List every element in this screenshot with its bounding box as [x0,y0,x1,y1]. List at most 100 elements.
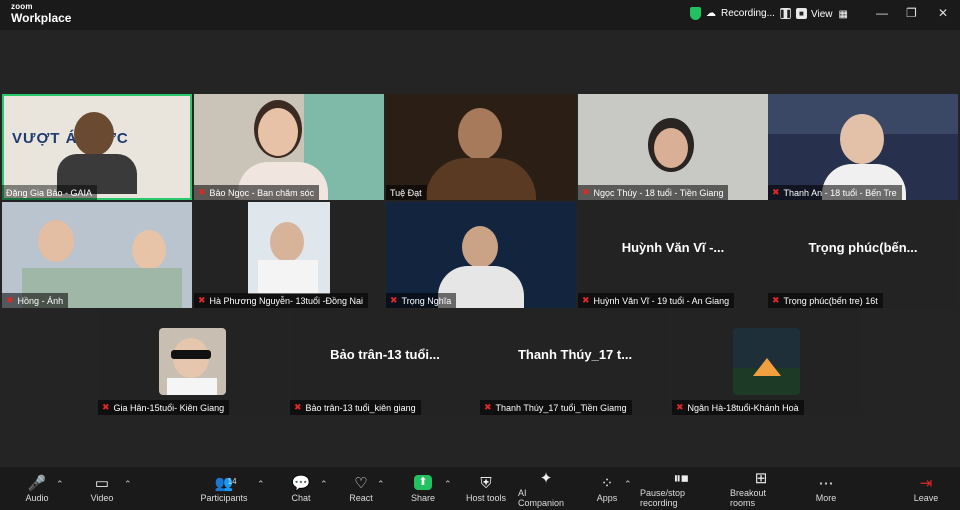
video-tile[interactable]: ✖ Gia Hân-15tuổi- Kiên Giang [98,309,288,415]
video-tile[interactable]: Huỳnh Văn Vĩ -... ✖ Huỳnh Văn Vĩ - 19 tuổ… [578,202,768,308]
person-robe [426,158,536,200]
share-screen-icon: ⬆ [414,474,432,490]
participant-big-name: Thanh Thúy_17 t... [517,346,633,362]
chevron-up-icon[interactable]: ⌃ [257,479,265,490]
minimize-icon[interactable]: — [876,6,888,20]
name-text: Hồng - Ánh [17,295,64,306]
video-tile[interactable]: ✖ Bảo Ngọc - Ban chăm sóc [194,94,384,200]
mic-muted-icon: ✖ [6,295,14,305]
name-text: Ngân Hà-18tuổi-Khánh Hoà [687,402,799,413]
name-text: Ngọc Thúy - 18 tuổi - Tiền Giang [593,187,724,198]
react-button[interactable]: ♡ React [346,467,376,510]
participants-button[interactable]: 👥 14 Participants [198,467,250,510]
video-tile[interactable]: VƯỢT ÁP LỰC Đặng Gia Bảo - GAIA [2,94,192,200]
video-tile[interactable]: ✖ Trọng Nghĩa [386,202,576,308]
mic-muted-icon: ✖ [772,187,780,197]
brand-big: Workplace [11,11,72,25]
view-button[interactable]: View ▦ [811,9,848,20]
chevron-up-icon[interactable]: ⌃ [377,479,385,490]
video-tile[interactable]: Trọng phúc(bến... ✖ Trọng phúc(bến tre) 1… [768,202,958,308]
participant-name: Đặng Gia Bảo - GAIA [2,185,98,200]
breakout-rooms-icon: ⊞ [754,469,768,487]
breakout-rooms-button[interactable]: ⊞ Breakout rooms [730,467,792,510]
audio-button[interactable]: 🎤 Audio [20,467,54,510]
pause-recording-icon[interactable]: ❚❚ [779,8,792,19]
mic-muted-icon: ✖ [772,295,780,305]
person-face [132,230,166,270]
participant-name: ✖ Trọng phúc(bến tre) 16t [768,293,883,308]
video-tile[interactable]: ✖ Thanh An - 18 tuổi - Bến Tre [768,94,958,200]
person-face [462,226,498,268]
zoom-logo: zoom Workplace [11,2,72,25]
video-tile[interactable]: Bảo trân-13 tuổi... ✖ Bảo trân-13 tuổi_ki… [290,309,480,415]
camera-icon: ▭ [94,474,110,492]
view-label: View [811,9,833,20]
meeting-toolbar: 🎤 Audio ⌃ ▭ Video ⌃ 👥 14 Participants ⌃ 💬… [0,467,960,510]
ai-companion-button[interactable]: ✦ AI Companion [518,467,574,510]
name-text: Bảo Ngọc - Ban chăm sóc [209,187,315,198]
name-text: Hà Phương Nguyễn- 13tuổi -Đồng Nai [209,295,364,306]
more-button[interactable]: ⋯ More [812,467,840,510]
video-tile[interactable]: ✖ Hà Phương Nguyễn- 13tuổi -Đồng Nai [194,202,384,308]
stop-recording-icon[interactable]: ■ [795,8,807,19]
chevron-up-icon[interactable]: ⌃ [624,479,632,490]
leave-label: Leave [913,492,939,503]
participant-big-name: Trọng phúc(bến... [808,239,918,255]
mic-muted-icon: ✖ [294,402,302,412]
video-tile[interactable]: ✖ Hồng - Ánh [2,202,192,308]
close-icon[interactable]: ✕ [938,6,948,20]
share-label: Share [410,492,436,503]
more-icon: ⋯ [818,474,834,492]
leave-icon: ⇥ [919,474,933,492]
recording-label: Recording... [721,8,775,19]
name-text: Bảo trân-13 tuổi_kiên giang [305,402,416,413]
chevron-up-icon[interactable]: ⌃ [124,479,132,490]
mic-muted-icon: ✖ [582,187,590,197]
people-icon: 👥 14 [214,474,237,492]
participant-name: ✖ Hà Phương Nguyễn- 13tuổi -Đồng Nai [194,293,369,308]
video-tile[interactable]: Tuệ Đạt [386,94,576,200]
participant-name: ✖ Gia Hân-15tuổi- Kiên Giang [98,400,230,415]
recording-indicator[interactable]: ☁ Recording... ❚❚ ■ [690,7,807,20]
participant-name: ✖ Hồng - Ánh [2,293,69,308]
video-tile[interactable]: ✖ Ngân Hà-18tuổi-Khánh Hoà [672,309,862,415]
participant-name: ✖ Bảo trân-13 tuổi_kiên giang [290,400,421,415]
video-button[interactable]: ▭ Video [86,467,118,510]
participant-name: ✖ Ngọc Thúy - 18 tuổi - Tiền Giang [578,185,729,200]
apps-icon: ⁘ [600,474,614,492]
name-text: Trọng Nghĩa [401,295,452,306]
name-text: Thanh An - 18 tuổi - Bến Tre [783,187,897,198]
person-silhouette [74,112,114,156]
pause-stop-recording-button[interactable]: ⏸⏹ Pause/stop recording [640,467,722,510]
person-face [654,128,688,168]
heart-icon: ♡ [354,474,368,492]
mic-muted-icon: ✖ [484,402,492,412]
share-button[interactable]: ⬆ Share [408,467,438,510]
brand-small: zoom [11,2,33,11]
name-text: Trọng phúc(bến tre) 16t [783,295,878,306]
participant-count: 14 [227,476,237,486]
chat-icon: 💬 [291,474,311,492]
mic-muted-icon: ✖ [102,402,110,412]
chevron-up-icon[interactable]: ⌃ [56,479,64,490]
apps-button[interactable]: ⁘ Apps [594,467,620,510]
leave-button[interactable]: ⇥ Leave [910,467,942,510]
sunglasses-icon [171,350,211,359]
video-label: Video [90,492,114,503]
video-tile[interactable]: Thanh Thúy_17 t... ✖ Thanh Thúy_17 tuổi_T… [480,309,670,415]
person-body [167,378,217,395]
avatar [159,328,226,395]
host-tools-label: Host tools [465,492,507,503]
title-bar: zoom Workplace ☁ Recording... ❚❚ ■ View … [0,0,960,30]
chevron-up-icon[interactable]: ⌃ [320,479,328,490]
apps-label: Apps [596,492,618,503]
cloud-icon: ☁ [706,8,716,19]
person-face [458,108,502,160]
host-tools-button[interactable]: ⛨ Host tools [464,467,508,510]
video-tile[interactable]: ✖ Ngọc Thúy - 18 tuổi - Tiền Giang [578,94,768,200]
chat-button[interactable]: 💬 Chat [288,467,314,510]
maximize-icon[interactable]: ❐ [906,6,917,20]
chevron-up-icon[interactable]: ⌃ [444,479,452,490]
participant-big-name: Huỳnh Văn Vĩ -... [621,239,725,255]
pause-stop-label: Pause/stop recording [640,487,686,508]
